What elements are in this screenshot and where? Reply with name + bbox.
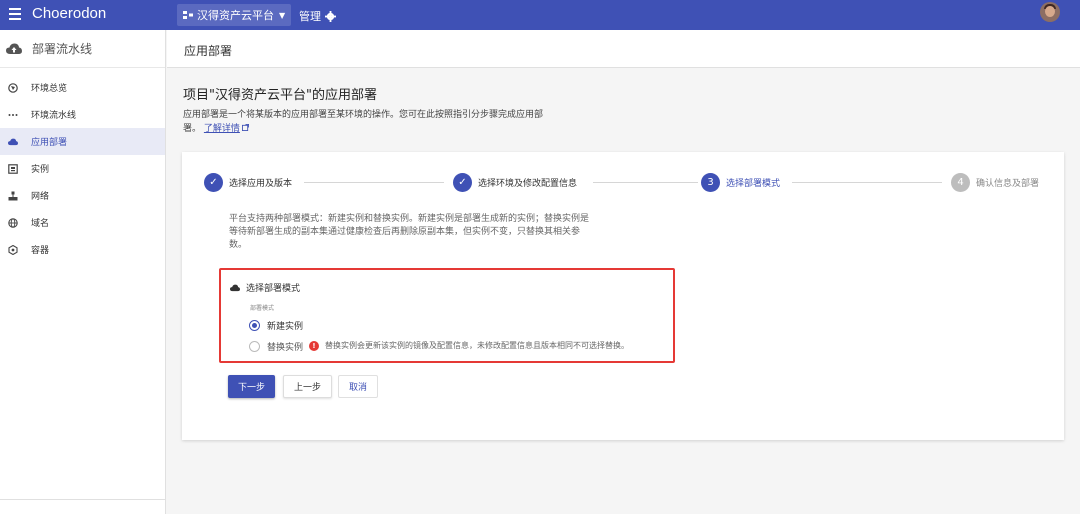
user-avatar[interactable]	[1040, 2, 1060, 22]
external-link-icon	[241, 124, 249, 131]
sidebar-item-app-deployment[interactable]: 应用部署	[0, 128, 165, 155]
network-icon	[8, 191, 18, 201]
container-icon	[8, 244, 18, 255]
next-step-button[interactable]: 下一步	[228, 375, 275, 398]
cancel-button[interactable]: 取消	[338, 375, 378, 398]
hamburger-menu-icon[interactable]	[9, 8, 21, 22]
step-4[interactable]: 4 确认信息及部署	[951, 173, 1039, 192]
instance-icon	[8, 163, 18, 174]
section-title-text: 选择部署模式	[246, 284, 301, 294]
globe-icon	[8, 217, 18, 228]
sidebar-item-label: 实例	[31, 165, 50, 175]
page-description: 应用部署是一个将某版本的应用部署至某环境的操作。您可在此按照指引分步骤完成应用部…	[183, 108, 543, 136]
page-header-title: 应用部署	[184, 44, 233, 58]
sidebar: 部署流水线 环境总览 环境流水线 应用部署 实例 网络 域名 容器	[0, 30, 166, 514]
sidebar-header: 部署流水线	[0, 30, 165, 68]
replace-warning: ! 替换实例会更新该实例的镜像及配置信息，未修改配置信息且版本相同不可选择替换。	[309, 340, 629, 351]
page-header: 应用部署	[167, 30, 1080, 68]
step-number: 4	[951, 173, 970, 192]
cloud-upload-icon	[6, 43, 22, 54]
project-icon	[183, 11, 193, 19]
radio-label: 新建实例	[267, 322, 304, 332]
environment-icon	[8, 82, 18, 93]
gear-icon	[325, 10, 336, 22]
sidebar-item-environment-overview[interactable]: 环境总览	[0, 74, 165, 101]
radio-label: 替换实例	[267, 343, 304, 353]
sidebar-item-network[interactable]: 网络	[0, 182, 165, 209]
sidebar-item-label: 容器	[31, 246, 50, 256]
sidebar-item-label: 环境总览	[31, 84, 68, 94]
sidebar-divider	[0, 499, 166, 500]
sidebar-item-label: 网络	[31, 192, 50, 202]
cloud-icon	[230, 284, 240, 291]
sidebar-item-instance[interactable]: 实例	[0, 155, 165, 182]
top-app-bar: Choerodon 汉得资产云平台 ▼ 管理	[0, 0, 1080, 30]
manage-button[interactable]: 管理	[299, 8, 336, 24]
section-title: 选择部署模式	[230, 281, 300, 294]
deployment-wizard-card: ✓ 选择应用及版本 ✓ 选择环境及修改配置信息 3 选择部署模式 4 确认信息及…	[182, 152, 1064, 440]
brand-logo[interactable]: Choerodon	[32, 5, 106, 22]
sidebar-title: 部署流水线	[32, 42, 93, 56]
deploy-mode-section: 选择部署模式 部署模式 新建实例 替换实例 ! 替换实例会更新该实例的镜像及配置…	[219, 268, 675, 363]
radio-new-instance[interactable]: 新建实例	[249, 319, 303, 332]
page-title: 项目"汉得资产云平台"的应用部署	[183, 88, 377, 103]
cloud-icon	[8, 137, 18, 147]
sidebar-item-label: 环境流水线	[31, 111, 77, 121]
warning-text: 替换实例会更新该实例的镜像及配置信息，未修改配置信息且版本相同不可选择替换。	[325, 341, 629, 350]
previous-step-button[interactable]: 上一步	[283, 375, 332, 398]
step-label: 选择部署模式	[726, 179, 781, 189]
radio-replace-instance[interactable]: 替换实例	[249, 340, 303, 353]
step-connector	[792, 182, 942, 183]
radio-checked-icon[interactable]	[249, 320, 260, 331]
manage-label: 管理	[299, 10, 321, 23]
sidebar-item-container[interactable]: 容器	[0, 236, 165, 263]
sidebar-item-environment-pipeline[interactable]: 环境流水线	[0, 101, 165, 128]
sidebar-item-label: 应用部署	[31, 138, 68, 148]
check-icon: ✓	[453, 173, 472, 192]
step-number: 3	[701, 173, 720, 192]
step-label: 确认信息及部署	[976, 179, 1040, 189]
project-name: 汉得资产云平台	[197, 9, 274, 22]
step-1[interactable]: ✓ 选择应用及版本	[204, 173, 292, 192]
project-selector[interactable]: 汉得资产云平台 ▼	[177, 4, 292, 26]
check-icon: ✓	[204, 173, 223, 192]
sidebar-item-domain[interactable]: 域名	[0, 209, 165, 236]
more-dots-icon	[8, 110, 18, 120]
step-label: 选择应用及版本	[229, 179, 293, 189]
warning-icon: !	[309, 340, 319, 351]
deploy-mode-description: 平台支持两种部署模式：新建实例和替换实例。新建实例是部署生成新的实例；替换实例是…	[229, 214, 590, 250]
step-connector	[304, 182, 444, 183]
learn-more-link[interactable]: 了解详情	[204, 124, 249, 134]
deploy-mode-label: 部署模式	[250, 305, 275, 312]
step-2[interactable]: ✓ 选择环境及修改配置信息	[453, 173, 577, 192]
caret-down-icon: ▼	[279, 10, 286, 20]
radio-unchecked-icon[interactable]	[249, 341, 260, 352]
step-3[interactable]: 3 选择部署模式	[701, 173, 780, 192]
sidebar-item-label: 域名	[31, 219, 50, 229]
step-connector	[593, 182, 698, 183]
step-label: 选择环境及修改配置信息	[478, 179, 578, 189]
